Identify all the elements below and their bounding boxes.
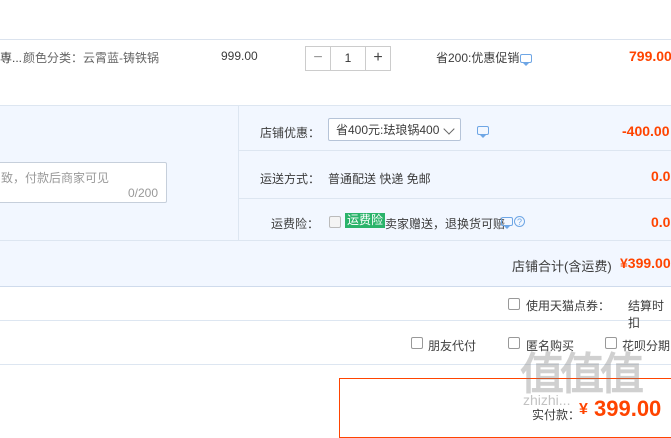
insurance-checkbox[interactable]: [329, 216, 341, 228]
shipping-label: 运送方式：: [260, 172, 321, 186]
help-icon[interactable]: ?: [514, 216, 525, 227]
points-checkbox[interactable]: [508, 298, 520, 310]
decrease-button[interactable]: −: [305, 46, 331, 71]
shipping-method: 普通配送 快递 免邮: [328, 172, 431, 186]
chat-bubble-icon[interactable]: [520, 54, 532, 66]
divider: [0, 240, 671, 241]
shop-discount-selected: 省400元:珐琅锅400: [336, 123, 440, 137]
payment-label: 实付款：: [532, 408, 581, 422]
message-to-seller-field[interactable]: 致，付款后商家可见 0/200: [0, 162, 167, 203]
item-subtotal: 799.00: [629, 48, 671, 64]
shop-discount-label: 店铺优惠：: [260, 126, 321, 140]
watermark-domain: zhizhi...: [523, 392, 571, 408]
item-name-fragment[interactable]: 専...: [0, 49, 22, 66]
chevron-down-icon: [443, 123, 455, 135]
item-promo: 省200:优惠促销: [436, 51, 520, 65]
chat-bubble-icon[interactable]: [501, 217, 513, 229]
divider: [238, 150, 671, 151]
shop-discount-select[interactable]: 省400元:珐琅锅400: [328, 118, 461, 141]
shop-total-label: 店铺合计(含运费): [512, 259, 612, 274]
quantity-stepper: − 1 +: [305, 46, 391, 71]
points-label: 使用天猫点券：: [526, 299, 611, 313]
increase-button[interactable]: +: [365, 46, 391, 71]
shop-total-amount: ¥399.00: [620, 255, 671, 271]
shipping-amount: 0.00: [651, 168, 671, 184]
payment-currency: ¥: [579, 401, 588, 418]
insurance-amount: 0.00: [651, 214, 671, 230]
points-note: 结算时扣: [628, 299, 665, 330]
shop-discount-amount: -400.00: [622, 123, 670, 139]
quantity-input[interactable]: 1: [331, 46, 365, 71]
friend-pay-checkbox[interactable]: [411, 337, 423, 349]
divider: [238, 198, 671, 199]
insurance-badge: 运费险: [345, 213, 386, 228]
insurance-label: 运费险：: [271, 217, 320, 231]
item-sku: 颜色分类：云霄蓝-铸铁锅: [23, 51, 159, 65]
message-counter: 0/200: [127, 186, 158, 200]
divider: [0, 320, 671, 321]
chat-bubble-icon[interactable]: [477, 126, 489, 138]
message-placeholder: 致，付款后商家可见: [1, 171, 110, 185]
friend-pay-label: 朋友代付: [428, 339, 477, 353]
item-unit-price: 999.00: [221, 49, 258, 63]
divider: [238, 105, 239, 240]
insurance-text: 卖家赠送，退换货可赔: [385, 217, 506, 231]
anonymous-checkbox[interactable]: [508, 337, 520, 349]
